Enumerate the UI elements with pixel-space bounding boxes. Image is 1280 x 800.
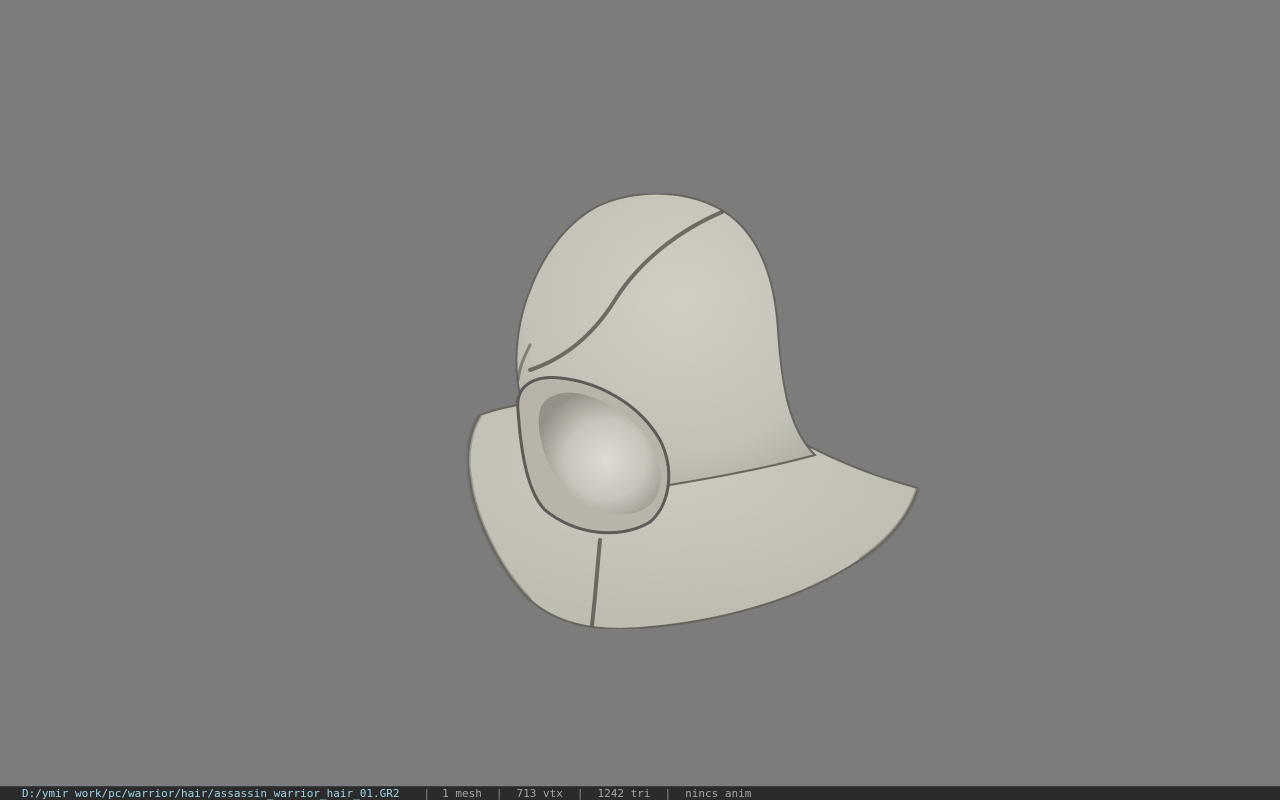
hood-mesh-icon[interactable] <box>0 0 1280 786</box>
status-bar: D:/ymir work/pc/warrior/hair/assassin_wa… <box>0 786 1280 800</box>
3d-viewport[interactable] <box>0 0 1280 786</box>
animation-status: nincs anim <box>685 787 752 800</box>
status-separator: | <box>664 787 672 800</box>
mesh-count: 1 mesh <box>442 787 482 800</box>
status-separator: | <box>576 787 584 800</box>
triangle-count: 1242 tri <box>597 787 651 800</box>
status-separator: | <box>423 787 431 800</box>
vertex-count: 713 vtx <box>516 787 563 800</box>
status-separator: | <box>495 787 503 800</box>
file-path: D:/ymir work/pc/warrior/hair/assassin_wa… <box>22 787 400 800</box>
